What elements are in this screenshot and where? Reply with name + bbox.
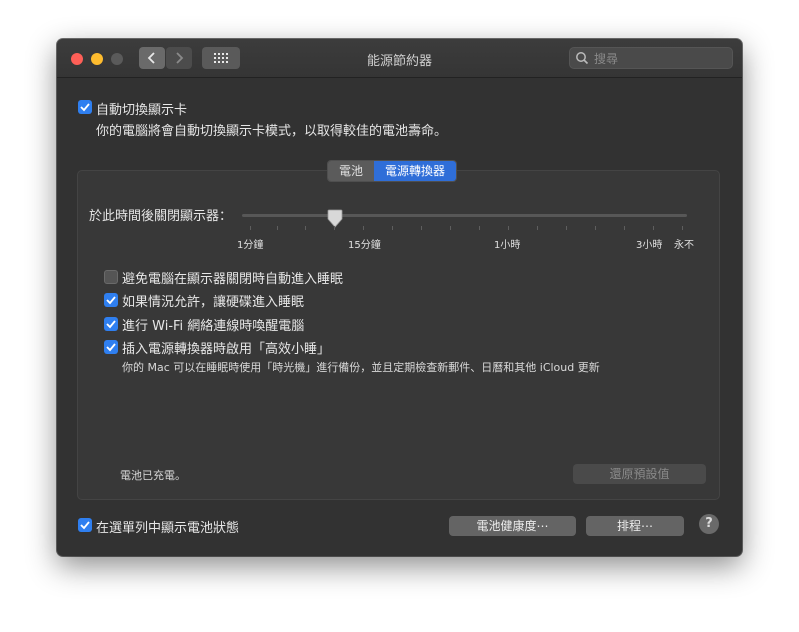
power-nap-description: 你的 Mac 可以在睡眠時使用「時光機」進行備份，並且定期檢查新郵件、日曆和其他… <box>122 361 600 374</box>
slider-tick <box>682 226 683 230</box>
tab-power-adapter[interactable]: 電源轉換器 <box>374 161 457 181</box>
checkmark-icon <box>106 296 116 305</box>
schedule-button[interactable]: 排程⋯ <box>586 516 684 536</box>
tick-label-1hr: 1小時 <box>494 240 521 251</box>
slider-tick <box>305 226 306 230</box>
slider-tick <box>392 226 393 230</box>
slider-tick <box>479 226 480 230</box>
preferences-window: 能源節約器 自動切換顯示卡 你的電腦將會自動切換顯示卡模式，以取得較佳的電池壽命… <box>57 39 742 556</box>
auto-switch-checkbox[interactable] <box>78 100 92 114</box>
display-sleep-label: 於此時間後關閉顯示器： <box>89 209 233 224</box>
power-source-tabs: 電池 電源轉換器 <box>327 160 458 182</box>
disk-sleep-checkbox[interactable] <box>104 293 118 307</box>
title-bar: 能源節約器 <box>57 39 742 78</box>
prevent-sleep-checkbox[interactable] <box>104 270 118 284</box>
slider-tick <box>250 226 251 230</box>
tick-label-3hr: 3小時 <box>636 240 663 251</box>
checkmark-icon <box>80 103 90 112</box>
slider-tick <box>277 226 278 230</box>
search-icon <box>576 52 589 65</box>
slider-tick <box>508 226 509 230</box>
slider-tick <box>363 226 364 230</box>
tick-label-15min: 15分鐘 <box>348 240 381 251</box>
slider-tick <box>595 226 596 230</box>
tab-battery[interactable]: 電池 <box>328 161 375 181</box>
slider-tick <box>624 226 625 230</box>
battery-status-text: 電池已充電。 <box>120 469 186 482</box>
prevent-sleep-label: 避免電腦在顯示器關閉時自動進入睡眠 <box>122 272 344 287</box>
checkmark-icon <box>80 521 90 530</box>
search-input[interactable] <box>592 49 726 69</box>
restore-defaults-button[interactable]: 還原預設值 <box>573 464 706 484</box>
help-button[interactable]: ? <box>699 514 719 534</box>
slider-tick <box>537 226 538 230</box>
slider-tick <box>653 226 654 230</box>
battery-health-button[interactable]: 電池健康度⋯ <box>449 516 576 536</box>
display-sleep-slider[interactable] <box>242 214 687 217</box>
slider-tick <box>450 226 451 230</box>
checkmark-icon <box>106 320 116 329</box>
menu-bar-battery-label: 在選單列中顯示電池狀態 <box>96 521 240 536</box>
wake-wifi-label: 進行 Wi-Fi 網絡連線時喚醒電腦 <box>122 319 305 334</box>
slider-thumb[interactable] <box>327 209 343 229</box>
slider-tick <box>421 226 422 230</box>
power-nap-label: 插入電源轉換器時啟用「高效小睡」 <box>122 342 331 357</box>
disk-sleep-label: 如果情況允許，讓硬碟進入睡眠 <box>122 295 305 310</box>
slider-tick <box>334 226 335 230</box>
tick-label-never: 永不 <box>674 240 694 251</box>
auto-switch-label: 自動切換顯示卡 <box>96 103 188 118</box>
slider-tick <box>566 226 567 230</box>
power-nap-checkbox[interactable] <box>104 340 118 354</box>
menu-bar-battery-checkbox[interactable] <box>78 518 92 532</box>
search-field[interactable] <box>569 47 733 69</box>
auto-switch-description: 你的電腦將會自動切換顯示卡模式，以取得較佳的電池壽命。 <box>96 124 448 139</box>
checkmark-icon <box>106 343 116 352</box>
tick-label-1min: 1分鐘 <box>237 240 264 251</box>
wake-wifi-checkbox[interactable] <box>104 317 118 331</box>
